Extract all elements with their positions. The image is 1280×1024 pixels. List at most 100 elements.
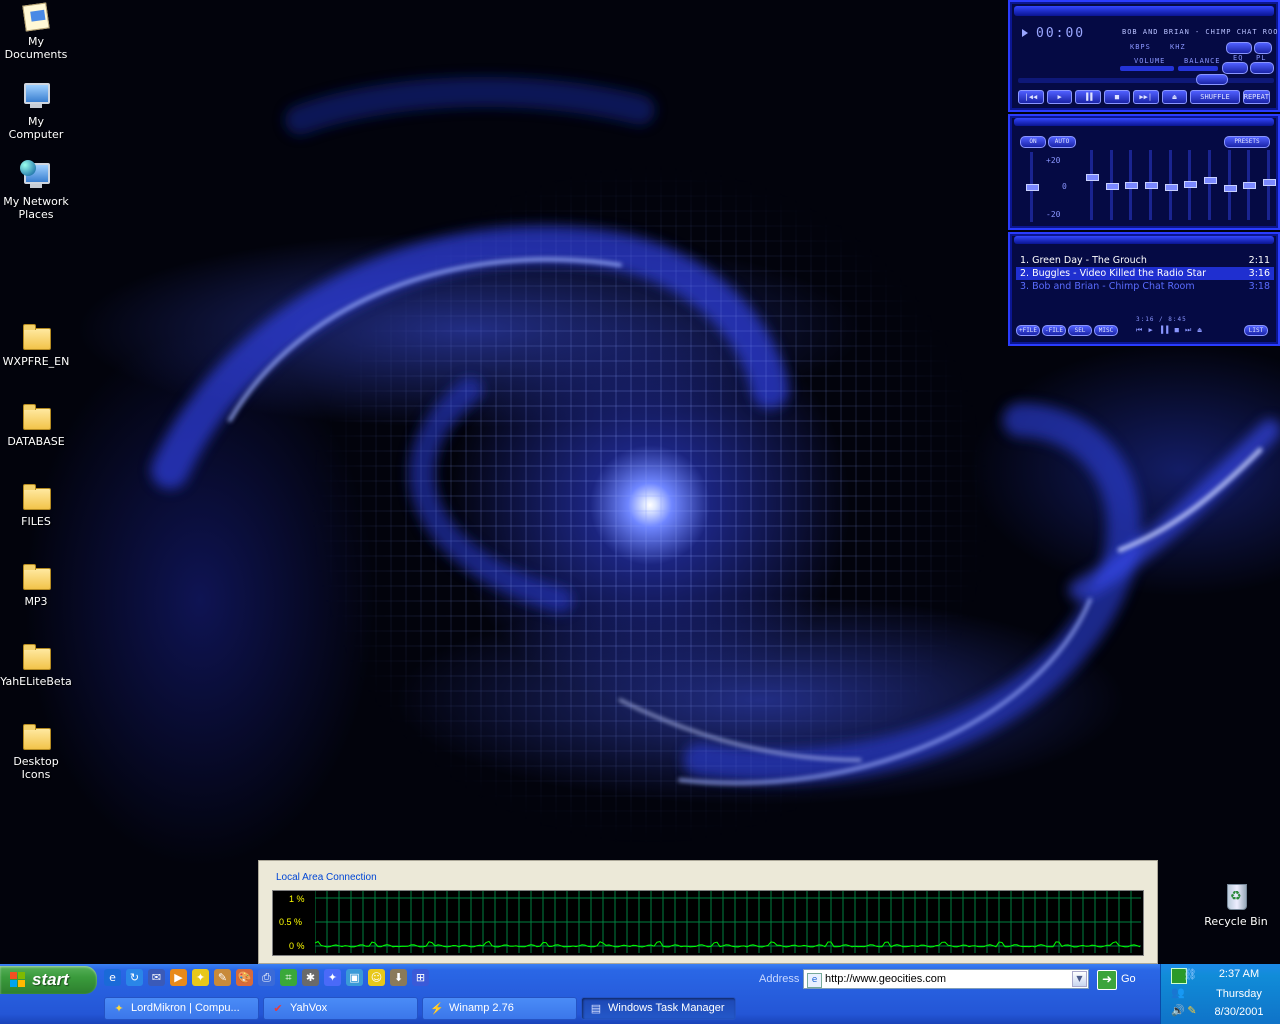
eq-band-slider-7[interactable]: [1203, 150, 1217, 220]
script-icon[interactable]: ✱: [302, 969, 319, 986]
add-file-button[interactable]: +FILE: [1016, 325, 1040, 336]
tray-users-icon[interactable]: 👥: [1171, 986, 1185, 1000]
eq-on-button[interactable]: ON: [1020, 136, 1046, 148]
refresh-icon[interactable]: ↻: [126, 969, 143, 986]
smiley-icon[interactable]: ☺: [368, 969, 385, 986]
eq-band-slider-6[interactable]: [1184, 150, 1198, 220]
task-button-winamp[interactable]: ⚡ Winamp 2.76: [422, 997, 577, 1020]
equalizer-title-bar[interactable]: [1014, 118, 1274, 126]
next-button[interactable]: ▶▶|: [1132, 90, 1159, 104]
winamp-time-display[interactable]: 00:00: [1036, 26, 1085, 41]
eq-band-slider-5[interactable]: [1164, 150, 1178, 220]
eq-toggle[interactable]: EQ: [1233, 54, 1243, 62]
winamp-playlist[interactable]: 1. Green Day - The Grouch 2:11 2. Buggles …: [1008, 232, 1280, 346]
address-input[interactable]: e http://www.geocities.com ▼: [803, 969, 1089, 989]
eq-band-slider-9[interactable]: [1243, 150, 1257, 220]
tray-pencil-icon[interactable]: ✎: [1185, 1004, 1199, 1018]
eq-band-slider-2[interactable]: [1105, 150, 1119, 220]
stop-button[interactable]: ■: [1104, 90, 1130, 104]
eject-button[interactable]: ⏏: [1161, 90, 1188, 104]
eq-band-knob[interactable]: [1223, 185, 1237, 192]
eq-scale-top: +20: [1046, 156, 1061, 165]
pencil-icon[interactable]: ✎: [214, 969, 231, 986]
shuffle-button[interactable]: SHUFFLE: [1190, 90, 1240, 104]
desktop-icon-my-documents[interactable]: My Documents: [0, 0, 72, 61]
playlist-toggle[interactable]: PL: [1256, 54, 1266, 62]
remove-file-button[interactable]: -FILE: [1042, 325, 1066, 336]
windows-update-icon[interactable]: ⊞: [412, 969, 429, 986]
network-icon[interactable]: ⌗: [280, 969, 297, 986]
eq-band-slider-1[interactable]: [1086, 150, 1099, 220]
desktop-icon-wxpfre-en[interactable]: WXPFRE_EN: [0, 320, 72, 368]
eq-band-knob[interactable]: [1125, 182, 1139, 189]
tray-volume-icon[interactable]: 🔊: [1171, 1004, 1185, 1018]
list-options-button[interactable]: LIST: [1244, 325, 1268, 336]
eq-band-knob[interactable]: [1243, 182, 1257, 189]
tray-network-icon[interactable]: ⛓: [1183, 968, 1197, 982]
pl-button[interactable]: [1250, 62, 1274, 74]
desktop-icon-my-network[interactable]: My Network Places: [0, 160, 72, 221]
task-button-yahvox[interactable]: ✔ YahVox: [263, 997, 418, 1020]
eq-band-knob[interactable]: [1164, 184, 1178, 191]
misc-button[interactable]: MISC: [1094, 325, 1118, 336]
pause-button[interactable]: ▐▐: [1075, 90, 1102, 104]
eq-band-slider-4[interactable]: [1144, 150, 1158, 220]
eq-band-knob[interactable]: [1086, 174, 1099, 181]
desktop-icon-label: My Documents: [4, 35, 68, 61]
yahoo-messenger-icon[interactable]: ✦: [324, 969, 341, 986]
install-icon[interactable]: ⬇: [390, 969, 407, 986]
balance-slider[interactable]: [1178, 66, 1218, 71]
ie-icon[interactable]: e: [104, 969, 121, 986]
desktop-icon-desktop-icons[interactable]: Desktop Icons: [0, 720, 72, 781]
eq-button[interactable]: [1222, 62, 1248, 74]
eq-band-knob[interactable]: [1184, 181, 1198, 188]
playlist-title-bar[interactable]: [1014, 236, 1274, 244]
playlist-item[interactable]: 2. Buggles - Video Killed the Radio Star…: [1016, 267, 1274, 280]
play-button[interactable]: ▶: [1046, 90, 1073, 104]
playlist-item[interactable]: 3. Bob and Brian - Chimp Chat Room 3:18: [1016, 280, 1274, 293]
eq-band-slider-10[interactable]: [1262, 150, 1276, 220]
seek-thumb[interactable]: [1196, 74, 1228, 85]
desktop-icon-mp3[interactable]: MP3: [0, 560, 72, 608]
eq-band-slider-3[interactable]: [1125, 150, 1139, 220]
clock-time[interactable]: 2:37 AM: [1199, 968, 1279, 980]
desktop-icon-yahelitebeta[interactable]: YahELiteBeta: [0, 640, 72, 688]
winamp-player[interactable]: 00:00 BOB AND BRIAN - CHIMP CHAT ROO KBP…: [1008, 0, 1280, 346]
network-monitor-window[interactable]: Local Area Connection 1 % 0.5 % 0 %: [258, 860, 1158, 964]
task-button-windows[interactable]: ▤ Windows Task Manager: [581, 997, 736, 1020]
seek-bar[interactable]: [1018, 78, 1274, 83]
yahoo-icon[interactable]: ✦: [192, 969, 209, 986]
clock-day[interactable]: Thursday: [1199, 988, 1279, 1000]
winamp-equalizer[interactable]: ON AUTO PRESETS +20 0 -20: [1008, 114, 1280, 230]
eq-band-knob[interactable]: [1203, 177, 1217, 184]
winamp-title-bar[interactable]: [1014, 6, 1274, 16]
repeat-button[interactable]: REPEAT: [1242, 90, 1271, 104]
task-button-lordmikron[interactable]: ✦ LordMikron | Compu...: [104, 997, 259, 1020]
desktop-icon-files[interactable]: FILES: [0, 480, 72, 528]
preamp-knob[interactable]: [1026, 184, 1039, 191]
volume-slider[interactable]: [1120, 66, 1174, 71]
preamp-slider[interactable]: [1026, 152, 1039, 222]
desktop-icon-database[interactable]: DATABASE: [0, 400, 72, 448]
playlist-mini-controls[interactable]: ⏮ ▶ ▐▐ ■ ⏭ ⏏: [1136, 326, 1203, 335]
previous-button[interactable]: |◀◀: [1018, 90, 1044, 104]
start-button[interactable]: start: [0, 966, 97, 994]
go-button[interactable]: ➜ Go: [1097, 969, 1143, 990]
desktop-icon-my-computer[interactable]: My Computer: [0, 80, 72, 141]
recycle-bin[interactable]: Recycle Bin: [1200, 880, 1272, 928]
eq-band-knob[interactable]: [1262, 179, 1276, 186]
playlist-item[interactable]: 1. Green Day - The Grouch 2:11: [1016, 254, 1274, 267]
address-dropdown-button[interactable]: ▼: [1072, 971, 1087, 987]
eq-band-knob[interactable]: [1144, 182, 1158, 189]
eq-band-knob[interactable]: [1105, 183, 1119, 190]
clock-date[interactable]: 8/30/2001: [1199, 1006, 1279, 1018]
window-icon[interactable]: ▣: [346, 969, 363, 986]
paint-icon[interactable]: 🎨: [236, 969, 253, 986]
printer-icon[interactable]: ⎙: [258, 969, 275, 986]
select-button[interactable]: SEL: [1068, 325, 1092, 336]
eq-band-slider-8[interactable]: [1223, 150, 1237, 220]
winamp-main-window[interactable]: 00:00 BOB AND BRIAN - CHIMP CHAT ROO KBP…: [1008, 0, 1280, 112]
eq-auto-button[interactable]: AUTO: [1048, 136, 1076, 148]
media-player-icon[interactable]: ▶: [170, 969, 187, 986]
outlook-icon[interactable]: ✉: [148, 969, 165, 986]
